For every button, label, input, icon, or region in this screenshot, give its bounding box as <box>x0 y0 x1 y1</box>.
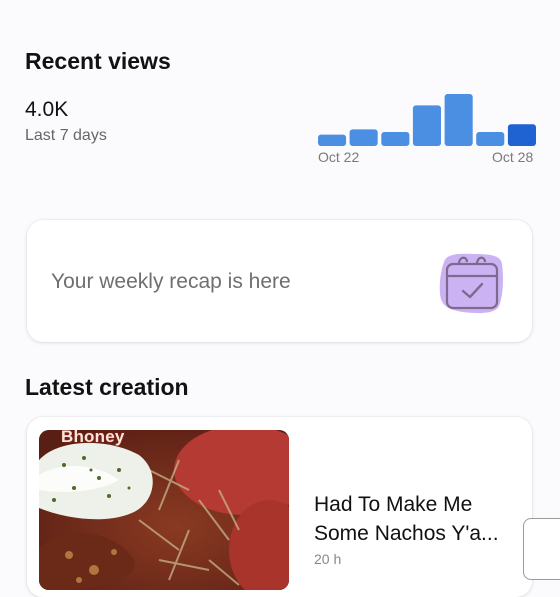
x-axis-end-label: Oct 28 <box>492 149 534 165</box>
latest-creation-card[interactable]: Bhoney Had To Make Me Some Nachos Y'a...… <box>27 417 532 597</box>
bar-oct-26 <box>444 94 473 146</box>
video-title[interactable]: Had To Make Me Some Nachos Y'a... <box>314 490 519 548</box>
recent-views-title: Recent views <box>25 48 171 74</box>
weekly-recap-text: Your weekly recap is here <box>51 270 291 293</box>
thumbnail-caption: Bhoney <box>61 430 125 446</box>
video-age: 20 h <box>314 551 342 567</box>
views-bar-chart[interactable] <box>318 94 536 146</box>
bar-oct-24 <box>381 132 410 146</box>
views-period: Last 7 days <box>25 127 107 144</box>
weekly-recap-card[interactable]: Your weekly recap is here <box>27 220 532 342</box>
bar-oct-28 <box>507 124 536 146</box>
video-thumbnail[interactable]: Bhoney <box>39 430 289 590</box>
nachos-image <box>39 430 289 590</box>
x-axis-start-label: Oct 22 <box>318 149 360 165</box>
views-count: 4.0K <box>25 98 69 121</box>
bar-oct-22 <box>318 134 347 146</box>
bar-chart-svg <box>318 94 536 146</box>
latest-creation-title: Latest creation <box>25 374 189 400</box>
bar-oct-25 <box>412 105 441 146</box>
bar-oct-27 <box>476 132 505 146</box>
floating-button-frame[interactable] <box>523 518 560 580</box>
calendar-check-icon <box>439 253 503 314</box>
bar-oct-23 <box>349 129 378 146</box>
